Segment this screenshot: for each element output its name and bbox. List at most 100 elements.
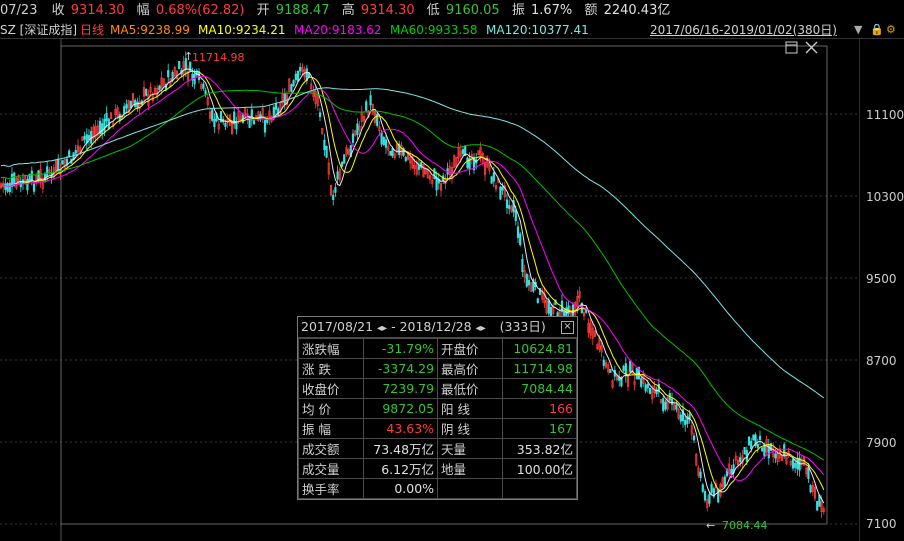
candle-body	[178, 61, 181, 70]
stats-row: 涨跌幅 -31.79% 开盘价 10624.81	[298, 338, 578, 359]
candle-body	[622, 365, 625, 371]
candle-body	[417, 165, 421, 170]
ma-legend-bar: SZ [深证成指] 日线 MA5:9238.99 MA10:9234.21 MA…	[0, 22, 904, 39]
close-icon[interactable]	[805, 41, 818, 54]
ytick: 8700	[866, 354, 897, 368]
stats-value: 166	[501, 398, 578, 419]
candle-body	[747, 436, 751, 446]
candle-body	[74, 149, 77, 154]
candle-body	[125, 104, 128, 109]
candle-body	[384, 139, 388, 148]
candle-body	[761, 447, 764, 452]
stats-value: 7084.44	[501, 378, 578, 399]
to-date: 2018/12/28	[399, 319, 472, 334]
stats-row: 成交额 73.48万亿 天量 353.82亿	[298, 438, 578, 459]
close-stats-icon[interactable]: ×	[561, 321, 574, 334]
candle-body	[794, 463, 797, 468]
candle-body	[202, 83, 205, 89]
candle-body	[382, 136, 385, 146]
low-label: 低	[426, 3, 440, 18]
candle-body	[499, 186, 502, 200]
ytick: 7900	[866, 436, 897, 450]
from-date: 2017/08/21	[301, 319, 374, 334]
candle-body	[158, 85, 161, 91]
stats-header: 2017/08/21 ◂▸ - 2018/12/28 ◂▸ (333日) ×	[298, 317, 577, 338]
candle-body	[129, 100, 132, 109]
candle-body	[492, 172, 495, 182]
candle-body	[629, 360, 632, 373]
candle-body	[6, 183, 9, 192]
candle-body	[171, 72, 174, 81]
candle-body	[294, 73, 297, 81]
candle-body	[404, 157, 407, 161]
candle-body	[675, 404, 678, 410]
candle-body	[274, 102, 278, 110]
candle-body	[332, 195, 335, 201]
candle-body	[516, 226, 520, 238]
candle-body	[83, 135, 86, 140]
stats-value: -3374.29	[362, 358, 439, 379]
candle-body	[701, 484, 704, 492]
candle-body	[521, 259, 524, 272]
candle-body	[640, 378, 643, 387]
candle-body	[684, 419, 687, 426]
close-label: 收	[51, 3, 65, 18]
candle-body	[505, 199, 509, 209]
stats-key	[437, 478, 503, 499]
candle-body	[807, 466, 810, 479]
settings-icon[interactable]: ⚙	[886, 22, 896, 38]
maximize-icon[interactable]	[785, 41, 798, 54]
candle-body	[739, 457, 742, 463]
dropdown-icon[interactable]: ▼	[854, 22, 862, 38]
to-date-arrows[interactable]: ◂▸	[476, 323, 486, 334]
date-range-label[interactable]: 2017/06/16-2019/01/02(380日)	[650, 22, 837, 38]
stats-key: 开盘价	[437, 338, 503, 359]
candle-body	[30, 170, 33, 182]
stats-value: 0.00%	[362, 478, 439, 499]
stats-row: 均 价 9872.05 阳 线 166	[298, 398, 578, 419]
candle-body	[758, 435, 762, 440]
candle-body	[536, 298, 539, 303]
range-label: 幅	[136, 3, 150, 18]
stats-value: 7239.79	[362, 378, 439, 399]
high-value: 9314.30	[360, 3, 415, 18]
ytick: 7100	[866, 517, 897, 531]
stats-key: 阴 线	[437, 418, 503, 439]
candle-body	[334, 187, 337, 193]
candle-body	[609, 369, 612, 373]
candle-body	[774, 453, 777, 459]
ytick: 9500	[866, 272, 897, 286]
amount-value: 2240.43亿	[603, 3, 671, 18]
candle-body	[743, 447, 746, 455]
candle-body	[466, 157, 469, 168]
candle-body	[380, 132, 383, 145]
candle-body	[664, 401, 667, 410]
stats-key: 振 幅	[298, 418, 364, 439]
candle-body	[224, 122, 227, 127]
stats-key: 阳 线	[437, 398, 503, 419]
quote-date: 07/23	[0, 3, 38, 18]
stats-key: 涨跌幅	[298, 338, 364, 359]
candle-body	[61, 160, 64, 165]
stats-key: 成交量	[298, 458, 364, 479]
amount-label: 额	[584, 3, 598, 18]
candle-body	[433, 168, 436, 179]
candle-body	[699, 471, 702, 479]
lock-icon[interactable]: 🔒	[870, 22, 884, 38]
ytick: 11100	[866, 108, 904, 122]
candle-body	[325, 146, 328, 158]
stats-row: 振 幅 43.63% 阴 线 167	[298, 418, 578, 439]
candle-body	[283, 93, 286, 105]
period-label[interactable]: 日线	[80, 22, 104, 38]
open-label: 开	[256, 3, 270, 18]
candle-body	[783, 444, 786, 457]
candle-body	[389, 150, 392, 156]
stats-value: 100.00亿	[501, 458, 578, 479]
ytick: 10300	[866, 190, 904, 204]
candle-body	[4, 183, 7, 190]
ma60-label: MA60:9933.58	[390, 23, 478, 37]
candle-body	[136, 101, 139, 108]
from-date-arrows[interactable]: ◂▸	[377, 323, 387, 334]
candle-body	[527, 280, 531, 286]
stats-value: 167	[501, 418, 578, 439]
